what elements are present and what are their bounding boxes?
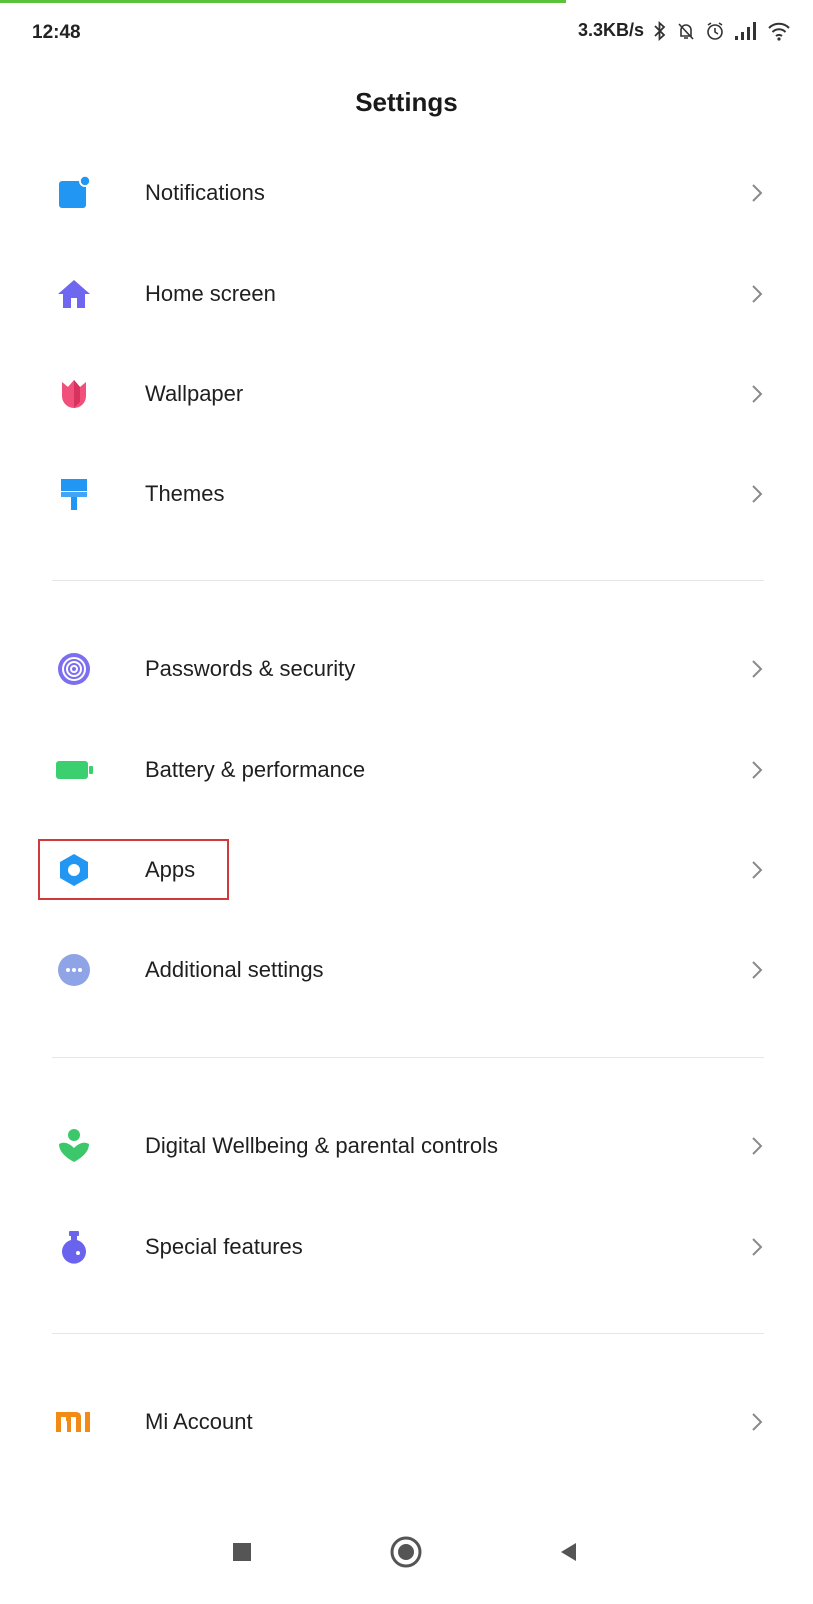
home-circle-icon[interactable] (382, 1528, 430, 1576)
settings-item-label: Notifications (145, 180, 265, 205)
settings-item-special-features[interactable]: Special features (0, 1197, 813, 1297)
wallpaper-tulip-icon (52, 372, 96, 416)
settings-item-label: Passwords & security (145, 656, 356, 681)
status-bar: 12:48 3.3KB/s (0, 0, 813, 60)
settings-item-label: Digital Wellbeing & parental controls (145, 1133, 498, 1158)
settings-item-label: Battery & performance (145, 757, 366, 782)
navigation-bar (0, 1500, 813, 1604)
fingerprint-icon (52, 647, 96, 691)
settings-item-additional-settings[interactable]: Additional settings (0, 920, 813, 1020)
notifications-icon (52, 171, 96, 215)
settings-item-home-screen[interactable]: Home screen (0, 244, 813, 344)
wifi-icon (768, 22, 790, 41)
settings-item-label: Wallpaper (145, 381, 244, 406)
settings-item-digital-wellbeing[interactable]: Digital Wellbeing & parental controls (0, 1096, 813, 1196)
battery-icon (52, 748, 96, 792)
settings-item-themes[interactable]: Themes (0, 444, 813, 544)
back-triangle-icon[interactable] (544, 1528, 592, 1576)
settings-item-label: Home screen (145, 281, 276, 306)
network-speed: 3.3KB/s (577, 20, 644, 40)
alarm-icon (707, 21, 723, 40)
settings-item-label: Themes (145, 481, 225, 506)
chevron-right-icon (747, 659, 767, 679)
signal-icon (735, 21, 756, 40)
wellbeing-icon (52, 1124, 96, 1168)
settings-item-label: Mi Account (145, 1409, 253, 1434)
chevron-right-icon (747, 183, 767, 203)
chevron-right-icon (747, 960, 767, 980)
section-divider (52, 1333, 764, 1334)
settings-item-wallpaper[interactable]: Wallpaper (0, 344, 813, 444)
settings-item-label: Additional settings (145, 957, 324, 982)
chevron-right-icon (747, 1136, 767, 1156)
chevron-right-icon (747, 1412, 767, 1432)
chevron-right-icon (747, 760, 767, 780)
apps-highlight-box (38, 839, 229, 900)
themes-brush-icon (52, 472, 96, 516)
special-features-flask-icon (52, 1225, 96, 1269)
notifications-off-icon (678, 22, 694, 40)
bluetooth-icon (654, 20, 666, 41)
status-time: 12:48 (32, 22, 81, 43)
page-title: Settings (355, 87, 458, 117)
recents-square-icon[interactable] (218, 1528, 266, 1576)
section-divider (52, 1057, 764, 1058)
settings-item-battery-performance[interactable]: Battery & performance (0, 720, 813, 820)
mi-logo-icon (52, 1400, 96, 1444)
chevron-right-icon (747, 860, 767, 880)
home-icon (52, 272, 96, 316)
settings-item-notifications[interactable]: Notifications (0, 143, 813, 243)
chevron-right-icon (747, 284, 767, 304)
status-icons: 3.3KB/s (578, 20, 791, 41)
section-divider (52, 580, 764, 581)
chevron-right-icon (747, 384, 767, 404)
settings-item-mi-account[interactable]: Mi Account (0, 1372, 813, 1472)
settings-item-label: Special features (145, 1234, 303, 1259)
chevron-right-icon (747, 484, 767, 504)
chevron-right-icon (747, 1237, 767, 1257)
settings-item-passwords-security[interactable]: Passwords & security (0, 619, 813, 719)
more-dots-icon (52, 948, 96, 992)
